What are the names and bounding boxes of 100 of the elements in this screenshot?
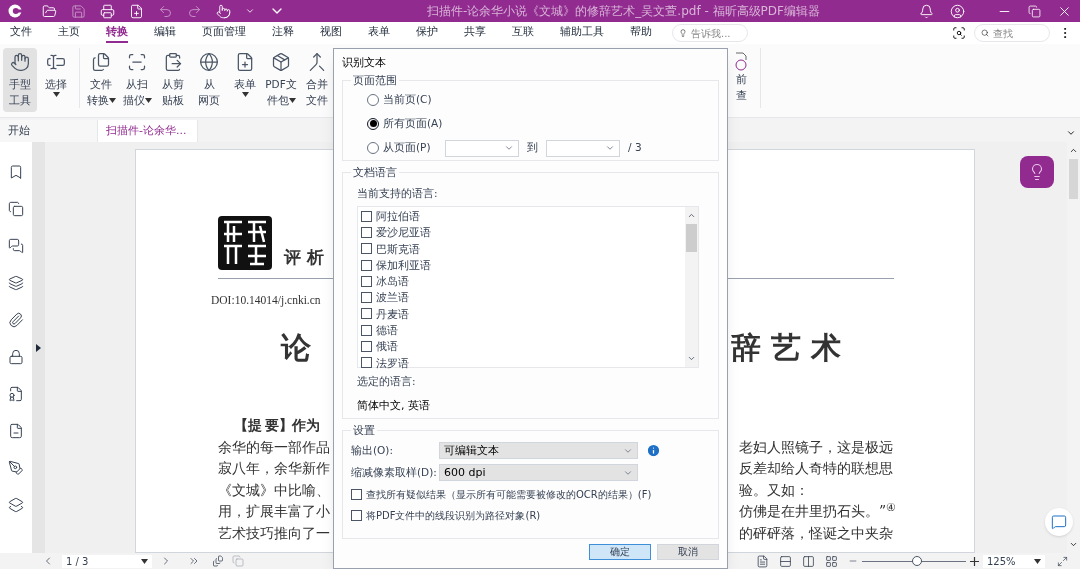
- radio-button[interactable]: [367, 142, 379, 155]
- search-list-icon[interactable]: [952, 26, 966, 40]
- scrollbar[interactable]: [685, 207, 698, 367]
- file-minus-icon[interactable]: [8, 423, 24, 439]
- radio-label[interactable]: 当前页(C): [383, 92, 432, 108]
- comments-icon[interactable]: [8, 238, 24, 254]
- checkbox-option[interactable]: 波兰语: [361, 289, 685, 306]
- radio-button[interactable]: [367, 117, 379, 130]
- checkbox-option[interactable]: 丹麦语: [361, 305, 685, 323]
- continuous-icon[interactable]: [779, 554, 792, 568]
- scroll-down-icon[interactable]: [1069, 540, 1078, 549]
- page-number-field[interactable]: 1 / 3: [62, 554, 152, 568]
- checkbox-option[interactable]: 爱沙尼亚语: [361, 224, 685, 241]
- body-text: 【提 要】作为: [234, 417, 320, 433]
- pages-icon[interactable]: [8, 201, 24, 217]
- last-page-icon[interactable]: [188, 555, 200, 567]
- folder-icon[interactable]: [42, 3, 57, 19]
- checkbox-option[interactable]: 冰岛语: [361, 273, 685, 290]
- lightbulb-icon: [679, 27, 687, 39]
- ribbon-button[interactable]: 从剪 贴板: [156, 48, 190, 112]
- menu-tab[interactable]: 注释: [272, 23, 294, 43]
- new-file-icon[interactable]: [129, 3, 144, 19]
- menu-tab[interactable]: 帮助: [630, 23, 652, 43]
- scroll-thumb[interactable]: [1069, 159, 1078, 199]
- ribbon-button[interactable]: 文件 转换: [84, 48, 118, 112]
- checkbox-option[interactable]: 法罗语: [361, 354, 685, 371]
- dropdown-icon[interactable]: [1066, 128, 1076, 138]
- page-icon[interactable]: [212, 555, 224, 567]
- ribbon-button[interactable]: 从扫 描仪: [120, 48, 154, 112]
- radio-button[interactable]: [367, 94, 379, 107]
- ribbon-button[interactable]: 手型 工具: [3, 48, 37, 112]
- scroll-down-icon[interactable]: [687, 354, 696, 363]
- user-icon[interactable]: [950, 3, 965, 19]
- menu-tab[interactable]: 互联: [512, 23, 534, 43]
- menu-tab[interactable]: 主页: [58, 23, 80, 43]
- chat-button[interactable]: [1045, 508, 1073, 536]
- find-input[interactable]: 查找: [993, 25, 1043, 41]
- menu-tab[interactable]: 共享: [464, 23, 486, 43]
- two-page-icon[interactable]: [802, 554, 815, 568]
- lightbulb-button[interactable]: [1020, 156, 1054, 188]
- scroll-up-icon[interactable]: [687, 211, 696, 220]
- ribbon-button[interactable]: PDF文 件包: [264, 48, 298, 112]
- ribbon-button[interactable]: 前 查: [735, 72, 747, 104]
- paperclip-icon[interactable]: [8, 312, 24, 328]
- caret-icon[interactable]: [288, 97, 296, 103]
- output-dropdown[interactable]: 可编辑文本: [439, 442, 638, 460]
- ribbon-button[interactable]: 选择: [39, 48, 73, 112]
- checkbox-option[interactable]: 查找所有疑似结果（显示所有可能需要被修改的OCR的结果）(F): [351, 487, 710, 503]
- restore-icon[interactable]: [1028, 4, 1041, 18]
- checkbox-option[interactable]: 德语: [361, 322, 685, 339]
- lock-icon[interactable]: [8, 349, 24, 365]
- scroll-up-icon[interactable]: [1069, 146, 1078, 155]
- pen-icon[interactable]: [8, 460, 24, 476]
- zoom-dropdown[interactable]: 125%: [983, 554, 1045, 568]
- document-tab[interactable]: 扫描件-论余华...: [98, 120, 198, 142]
- checkbox-option[interactable]: 保加利亚语: [361, 256, 685, 274]
- menu-tab[interactable]: 表单: [368, 23, 390, 43]
- text-cursor-icon: [46, 52, 66, 72]
- menu-tab[interactable]: 编辑: [154, 23, 176, 43]
- radio-label[interactable]: 所有页面(A): [383, 116, 443, 132]
- menu-tab[interactable]: 文件: [10, 23, 32, 43]
- body-text: 老妇人照镜子，这是极远: [739, 437, 893, 457]
- tell-me-input[interactable]: 告诉我...: [691, 25, 741, 41]
- document-tab[interactable]: 开始: [0, 120, 98, 142]
- info-icon[interactable]: [646, 443, 661, 459]
- ribbon-button[interactable]: 合并 文件: [300, 48, 334, 112]
- menu-tab[interactable]: 保护: [416, 23, 438, 43]
- hand-pointer-icon[interactable]: [216, 3, 231, 19]
- single-page-icon[interactable]: [756, 554, 769, 568]
- menu-tab[interactable]: 辅助工具: [560, 23, 604, 43]
- caret-icon[interactable]: [52, 92, 60, 97]
- scroll-thumb[interactable]: [686, 224, 697, 252]
- radio-label[interactable]: 从页面(P): [383, 140, 431, 157]
- fullscreen-icon[interactable]: [1057, 555, 1068, 567]
- caret-icon[interactable]: [144, 97, 152, 103]
- menu-tab[interactable]: 视图: [320, 23, 342, 43]
- file-badge-icon[interactable]: [8, 386, 24, 402]
- print-icon[interactable]: [100, 3, 115, 19]
- layers-icon[interactable]: [8, 275, 24, 291]
- bookmark-icon[interactable]: [8, 164, 24, 180]
- grid-icon[interactable]: [825, 554, 838, 568]
- checkbox-option[interactable]: 俄语: [361, 338, 685, 355]
- dialog-button[interactable]: 确定: [589, 543, 651, 560]
- caret-icon[interactable]: [241, 92, 249, 97]
- caret-icon[interactable]: [108, 97, 116, 103]
- checkbox-option[interactable]: 巴斯克语: [361, 240, 685, 257]
- ribbon-button[interactable]: 从 网页: [192, 48, 226, 112]
- zoom-in-icon[interactable]: [970, 556, 979, 566]
- checkbox-option[interactable]: 将PDF文件中的线段识别为路径对象(R): [351, 508, 710, 524]
- dialog-button[interactable]: 取消: [657, 543, 719, 560]
- stack-icon[interactable]: [8, 497, 24, 513]
- files-icon: [91, 52, 111, 72]
- caret-icon[interactable]: [141, 558, 148, 564]
- zoom-slider[interactable]: [862, 555, 966, 567]
- downsample-dropdown[interactable]: 600 dpi: [439, 464, 638, 482]
- ribbon-button[interactable]: 表单: [228, 48, 262, 112]
- bell-icon[interactable]: [919, 3, 934, 19]
- menu-tab[interactable]: 页面管理: [202, 23, 246, 43]
- checkbox-option[interactable]: 阿拉伯语: [361, 208, 685, 225]
- caret-icon[interactable]: [1034, 558, 1041, 564]
